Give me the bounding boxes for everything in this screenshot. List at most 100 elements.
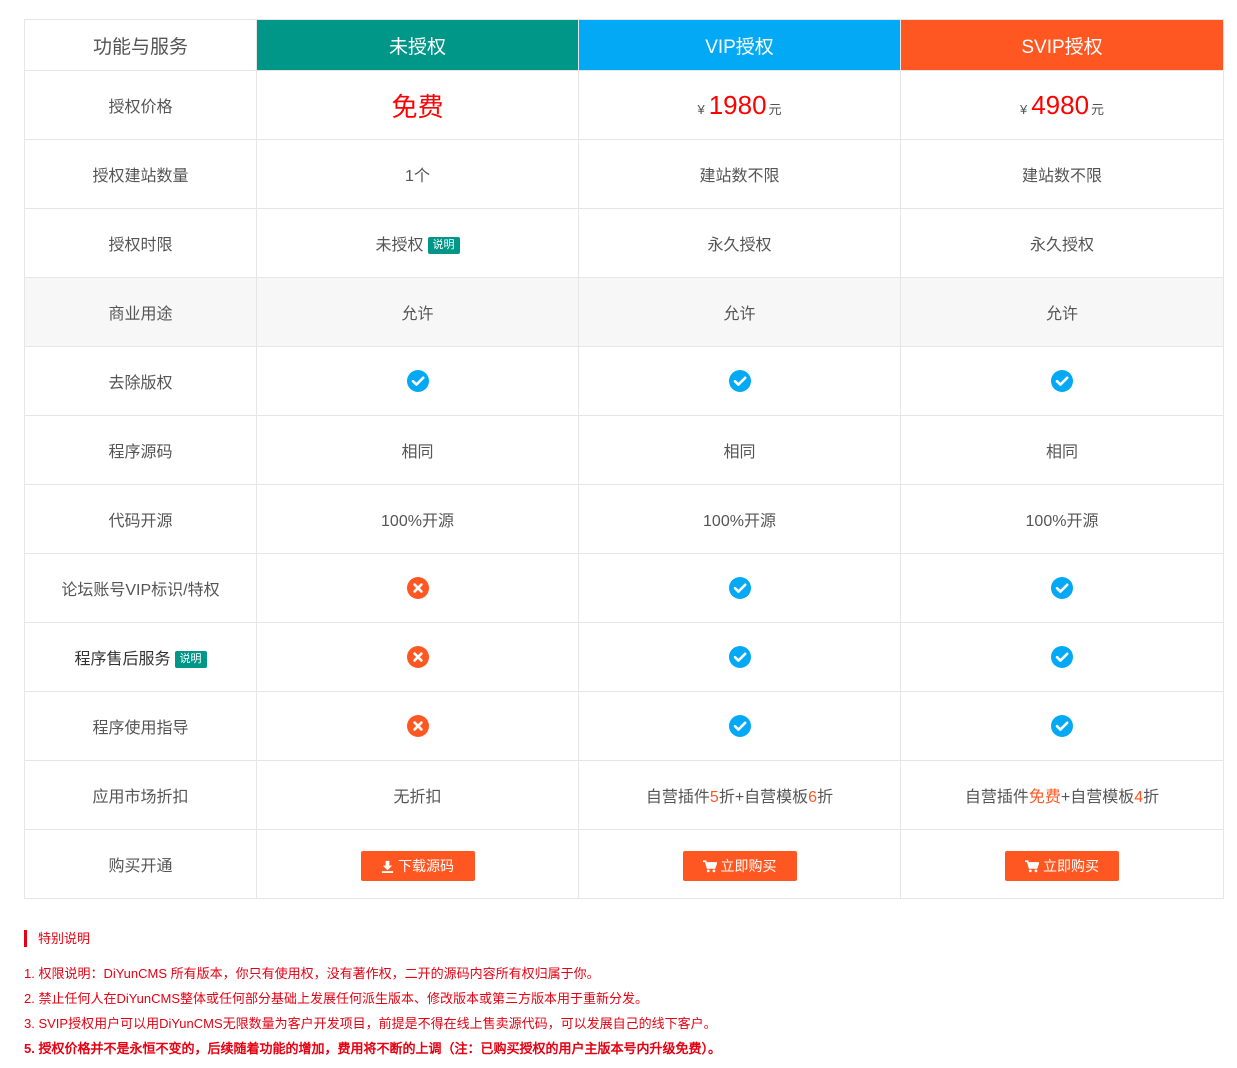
cell-vip bbox=[578, 346, 901, 416]
market-highlight: 4 bbox=[1134, 789, 1144, 806]
feature-label: 购买开通 bbox=[24, 829, 257, 899]
cross-circle-icon bbox=[406, 715, 429, 737]
cell-free bbox=[256, 553, 579, 623]
cell-svip: 100%开源 bbox=[900, 484, 1224, 554]
cell-vip bbox=[578, 622, 901, 692]
cell-svip: 允许 bbox=[900, 277, 1224, 347]
header-svip: SVIP授权 bbox=[900, 19, 1224, 71]
row-source: 程序源码 相同 相同 相同 bbox=[24, 415, 1224, 485]
feature-label: 应用市场折扣 bbox=[24, 760, 257, 830]
row-aftersales: 程序售后服务 说明 bbox=[24, 622, 1224, 692]
cell-svip bbox=[900, 622, 1224, 692]
term-free-text: 未授权 bbox=[375, 237, 424, 254]
cell-svip: 建站数不限 bbox=[900, 139, 1224, 209]
note-item: 1. 权限说明：DiYunCMS 所有版本，你只有使用权，没有著作权，二开的源码… bbox=[24, 966, 600, 981]
currency-symbol: ¥ bbox=[697, 101, 705, 117]
cell-free: 未授权 说明 bbox=[256, 208, 579, 278]
cell-free: 允许 bbox=[256, 277, 579, 347]
aftersales-label: 程序售后服务 bbox=[74, 651, 171, 668]
feature-label: 论坛账号VIP标识/特权 bbox=[24, 553, 257, 623]
cell-free bbox=[256, 622, 579, 692]
market-text: 折 bbox=[817, 789, 834, 806]
cell-svip: 立即购买 bbox=[900, 829, 1224, 899]
price-svip: 4980 bbox=[1031, 89, 1090, 120]
market-text: +自营模板 bbox=[1060, 789, 1135, 806]
cell-svip: 自营插件免费+自营模板4折 bbox=[900, 760, 1224, 830]
row-copyright: 去除版权 bbox=[24, 346, 1224, 416]
market-text: 折 bbox=[1143, 789, 1160, 806]
feature-label: 授权时限 bbox=[24, 208, 257, 278]
note-item: 2. 禁止任何人在DiYunCMS整体或任何部分基础上发展任何派生版本、修改版本… bbox=[24, 991, 649, 1006]
feature-label: 授权建站数量 bbox=[24, 139, 257, 209]
note-item: 5. 授权价格并不是永恒不变的，后续随着功能的增加，费用将不断的上调（注：已购买… bbox=[24, 1041, 721, 1056]
header-free: 未授权 bbox=[256, 19, 579, 71]
row-sites: 授权建站数量 1个 建站数不限 建站数不限 bbox=[24, 139, 1224, 209]
row-price: 授权价格 免费 ¥1980 元 ¥4980 元 bbox=[24, 70, 1224, 140]
feature-label: 代码开源 bbox=[24, 484, 257, 554]
price-unit: 元 bbox=[768, 101, 782, 117]
price-free: 免费 bbox=[391, 91, 444, 122]
feature-label: 程序源码 bbox=[24, 415, 257, 485]
download-source-button[interactable]: 下载源码 bbox=[360, 851, 475, 881]
buy-vip-button[interactable]: 立即购买 bbox=[682, 851, 797, 881]
check-circle-icon bbox=[406, 370, 429, 392]
market-text: 自营插件 bbox=[964, 789, 1029, 806]
cell-free: 1个 bbox=[256, 139, 579, 209]
cell-vip: ¥1980 元 bbox=[578, 70, 901, 140]
cell-vip: 建站数不限 bbox=[578, 139, 901, 209]
header-vip: VIP授权 bbox=[578, 19, 901, 71]
download-icon bbox=[381, 860, 394, 873]
check-circle-icon bbox=[1051, 577, 1073, 599]
cell-free: 无折扣 bbox=[256, 760, 579, 830]
market-text: 自营插件 bbox=[645, 789, 710, 806]
cell-svip bbox=[900, 553, 1224, 623]
explain-badge[interactable]: 说明 bbox=[427, 237, 460, 254]
cell-free: 下载源码 bbox=[256, 829, 579, 899]
notes-list: 1. 权限说明：DiYunCMS 所有版本，你只有使用权，没有著作权，二开的源码… bbox=[24, 961, 1223, 1061]
check-circle-icon bbox=[728, 715, 751, 737]
market-highlight: 6 bbox=[808, 789, 818, 806]
cell-svip bbox=[900, 691, 1224, 761]
cell-free: 相同 bbox=[256, 415, 579, 485]
feature-label: 商业用途 bbox=[24, 277, 257, 347]
row-guide: 程序使用指导 bbox=[24, 691, 1224, 761]
license-comparison-table: 功能与服务 未授权 VIP授权 SVIP授权 授权价格 免费 ¥1980 元 ¥4… bbox=[24, 19, 1224, 899]
cart-icon bbox=[702, 860, 718, 873]
cell-svip: ¥4980 元 bbox=[900, 70, 1224, 140]
cell-vip: 相同 bbox=[578, 415, 901, 485]
comparison-wrap: 功能与服务 未授权 VIP授权 SVIP授权 授权价格 免费 ¥1980 元 ¥4… bbox=[24, 19, 1224, 899]
notes-title: 特别说明 bbox=[24, 930, 1223, 947]
feature-label: 授权价格 bbox=[24, 70, 257, 140]
button-label: 立即购买 bbox=[1043, 858, 1099, 874]
check-circle-icon bbox=[1051, 370, 1073, 392]
cell-vip: 立即购买 bbox=[578, 829, 901, 899]
header-row: 功能与服务 未授权 VIP授权 SVIP授权 bbox=[24, 19, 1224, 71]
row-forum: 论坛账号VIP标识/特权 bbox=[24, 553, 1224, 623]
special-notes: 特别说明 1. 权限说明：DiYunCMS 所有版本，你只有使用权，没有著作权，… bbox=[24, 930, 1223, 1061]
currency-symbol: ¥ bbox=[1019, 101, 1028, 117]
cell-svip bbox=[900, 346, 1224, 416]
cell-vip bbox=[578, 553, 901, 623]
price-unit: 元 bbox=[1091, 101, 1105, 117]
cell-free: 免费 bbox=[256, 70, 579, 140]
check-circle-icon bbox=[728, 370, 751, 392]
button-label: 立即购买 bbox=[720, 858, 777, 874]
cell-vip: 永久授权 bbox=[578, 208, 901, 278]
market-highlight: 5 bbox=[709, 789, 719, 806]
cell-free bbox=[256, 346, 579, 416]
explain-badge[interactable]: 说明 bbox=[174, 651, 207, 668]
price-vip: 1980 bbox=[708, 89, 767, 120]
row-commercial: 商业用途 允许 允许 允许 bbox=[24, 277, 1224, 347]
button-label: 下载源码 bbox=[398, 858, 454, 874]
note-item: 3. SVIP授权用户可以用DiYunCMS无限数量为客户开发项目，前提是不得在… bbox=[24, 1016, 717, 1031]
cell-vip: 自营插件5折+自营模板6折 bbox=[578, 760, 901, 830]
cross-circle-icon bbox=[406, 577, 429, 599]
feature-label: 程序使用指导 bbox=[24, 691, 257, 761]
cell-svip: 永久授权 bbox=[900, 208, 1224, 278]
feature-label: 去除版权 bbox=[24, 346, 257, 416]
cell-svip: 相同 bbox=[900, 415, 1224, 485]
feature-label: 程序售后服务 说明 bbox=[24, 622, 257, 692]
row-buy: 购买开通 下载源码 立即购买 立即购买 bbox=[24, 829, 1224, 899]
check-circle-icon bbox=[1051, 715, 1073, 737]
buy-svip-button[interactable]: 立即购买 bbox=[1005, 851, 1119, 881]
